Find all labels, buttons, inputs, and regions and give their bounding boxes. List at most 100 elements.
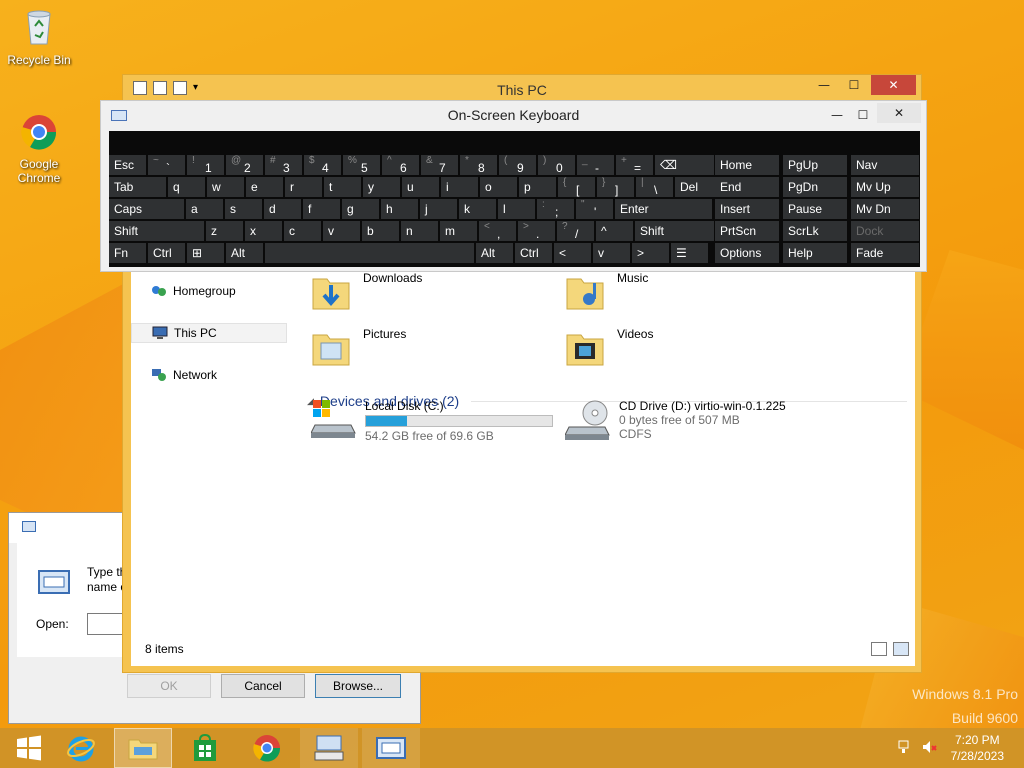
taskbar-run[interactable] [362,728,420,768]
cancel-button[interactable]: Cancel [221,674,305,698]
key-sym[interactable]: > [632,243,669,263]
ok-button[interactable]: OK [127,674,211,698]
key-shift[interactable]: Shift [635,221,714,241]
key-n[interactable]: n [401,221,438,241]
key-sym[interactable]: ^ [596,221,633,241]
osk-minimize-button[interactable]: — [827,105,847,125]
key-sym[interactable]: < [554,243,591,263]
key-alt[interactable]: Alt [226,243,263,263]
key-help[interactable]: Help [783,243,847,263]
key-fade[interactable]: Fade [851,243,919,263]
key-tab[interactable]: Tab [109,177,166,197]
key-home[interactable]: Home [715,155,779,175]
explorer-title-bar[interactable]: ▾ This PC — ☐ ✕ [123,75,921,103]
key-s[interactable]: s [225,199,262,219]
key-h[interactable]: h [381,199,418,219]
key-3[interactable]: #3 [265,155,302,175]
details-view-icon[interactable] [871,642,887,656]
key-f[interactable]: f [303,199,340,219]
key-caps[interactable]: Caps [109,199,184,219]
key-0[interactable]: ) 0 [538,155,575,175]
desktop-icon-google-chrome[interactable]: Google Chrome [3,110,75,185]
key-v[interactable]: v [593,243,630,263]
key-fn[interactable]: Fn [109,243,146,263]
nav-item-homegroup[interactable]: Homegroup [131,281,287,301]
key-options[interactable]: Options [715,243,779,263]
close-button[interactable]: ✕ [871,75,916,95]
key-w[interactable]: w [207,177,244,197]
key-k[interactable]: k [459,199,496,219]
drive-cd[interactable]: CD Drive (D:) virtio-win-0.1.225 0 bytes… [565,399,786,443]
system-clock[interactable]: 7:20 PM 7/28/2023 [951,732,1004,764]
osk-maximize-button[interactable]: ☐ [853,105,873,125]
key-shift[interactable]: Shift [109,221,204,241]
key-1[interactable]: ! 1 [187,155,224,175]
key-t[interactable]: t [324,177,361,197]
taskbar-chrome[interactable] [238,728,296,768]
osk-close-button[interactable]: ✕ [877,103,921,123]
key-sym[interactable]: >. [518,221,555,241]
key-sym[interactable]: ⌫ [655,155,714,175]
key-enter[interactable]: Enter [615,199,712,219]
key-v[interactable]: v [323,221,360,241]
key-alt[interactable]: Alt [476,243,513,263]
key-z[interactable]: z [206,221,243,241]
key-space[interactable] [265,243,474,263]
key-6[interactable]: ^ 6 [382,155,419,175]
key-y[interactable]: y [363,177,400,197]
large-icons-view-icon[interactable] [893,642,909,656]
key-sym[interactable]: :; [537,199,574,219]
key-mvdn[interactable]: Mv Dn [851,199,919,219]
key-prtscn[interactable]: PrtScn [715,221,779,241]
browse-button[interactable]: Browse... [315,674,401,698]
key-ctrl[interactable]: Ctrl [515,243,552,263]
key-sym[interactable]: }] [597,177,634,197]
key-9[interactable]: (9 [499,155,536,175]
key-pause[interactable]: Pause [783,199,847,219]
key-p[interactable]: p [519,177,556,197]
volume-muted-icon[interactable] [922,740,938,754]
key-sym[interactable]: + = [616,155,653,175]
folder-videos[interactable]: Videos [565,327,653,369]
key-dock[interactable]: Dock [851,221,919,241]
taskbar-file-explorer[interactable] [114,728,172,768]
key-2[interactable]: @2 [226,155,263,175]
key-mvup[interactable]: Mv Up [851,177,919,197]
key-q[interactable]: q [168,177,205,197]
nav-item-network[interactable]: Network [131,365,287,385]
folder-pictures[interactable]: Pictures [311,327,406,369]
key-c[interactable]: c [284,221,321,241]
key-5[interactable]: % 5 [343,155,380,175]
network-tray-icon[interactable] [898,740,914,754]
key-m[interactable]: m [440,221,477,241]
key-7[interactable]: & 7 [421,155,458,175]
drive-local-disk[interactable]: Local Disk (C:) 54.2 GB free of 69.6 GB [311,399,553,443]
key-4[interactable]: $4 [304,155,341,175]
key-d[interactable]: d [264,199,301,219]
key-ctrl[interactable]: Ctrl [148,243,185,263]
key-scrlk[interactable]: ScrLk [783,221,847,241]
key-sym[interactable]: <, [479,221,516,241]
key-sym[interactable]: ~ ` [148,155,185,175]
key-esc[interactable]: Esc [109,155,146,175]
key-a[interactable]: a [186,199,223,219]
key-j[interactable]: j [420,199,457,219]
key-sym[interactable]: ⊞ [187,243,224,263]
key-l[interactable]: l [498,199,535,219]
key-b[interactable]: b [362,221,399,241]
key-r[interactable]: r [285,177,322,197]
key-sym[interactable]: | \ [636,177,673,197]
taskbar-store[interactable] [176,728,234,768]
folder-downloads[interactable]: Downloads [311,271,422,313]
key-insert[interactable]: Insert [715,199,779,219]
taskbar-internet-explorer[interactable] [52,728,110,768]
key-nav[interactable]: Nav [851,155,919,175]
key-end[interactable]: End [715,177,779,197]
key-pgup[interactable]: PgUp [783,155,847,175]
key-8[interactable]: * 8 [460,155,497,175]
key-pgdn[interactable]: PgDn [783,177,847,197]
key-sym[interactable]: _ - [577,155,614,175]
key-g[interactable]: g [342,199,379,219]
key-i[interactable]: i [441,177,478,197]
minimize-button[interactable]: — [811,75,837,95]
